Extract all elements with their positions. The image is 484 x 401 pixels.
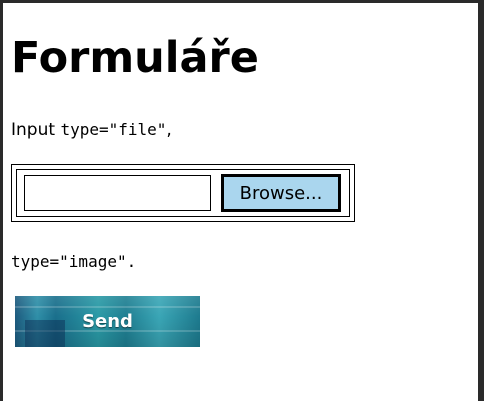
file-path-input[interactable] [24,175,211,211]
browse-button[interactable]: Browse... [221,174,341,212]
image-code: type="image" [11,252,127,271]
send-button-label: Send [82,311,133,332]
intro-prefix: Input [11,120,61,140]
browser-viewport: Formuláře Input type="file", Browse... t… [0,0,484,401]
intro-suffix: , [166,120,172,140]
file-input-description: Input type="file", [11,118,172,142]
window-frame-left [0,0,3,401]
image-suffix: . [126,252,137,271]
image-input-description: type="image". [11,250,136,274]
page-title: Formuláře [11,33,259,83]
window-frame-top [0,0,484,3]
intro-code: type="file" [60,120,167,139]
file-upload-inner-border: Browse... [16,169,350,217]
file-upload-control: Browse... [11,164,355,222]
send-image-button[interactable]: Send [15,296,200,347]
window-frame-right [478,0,484,401]
